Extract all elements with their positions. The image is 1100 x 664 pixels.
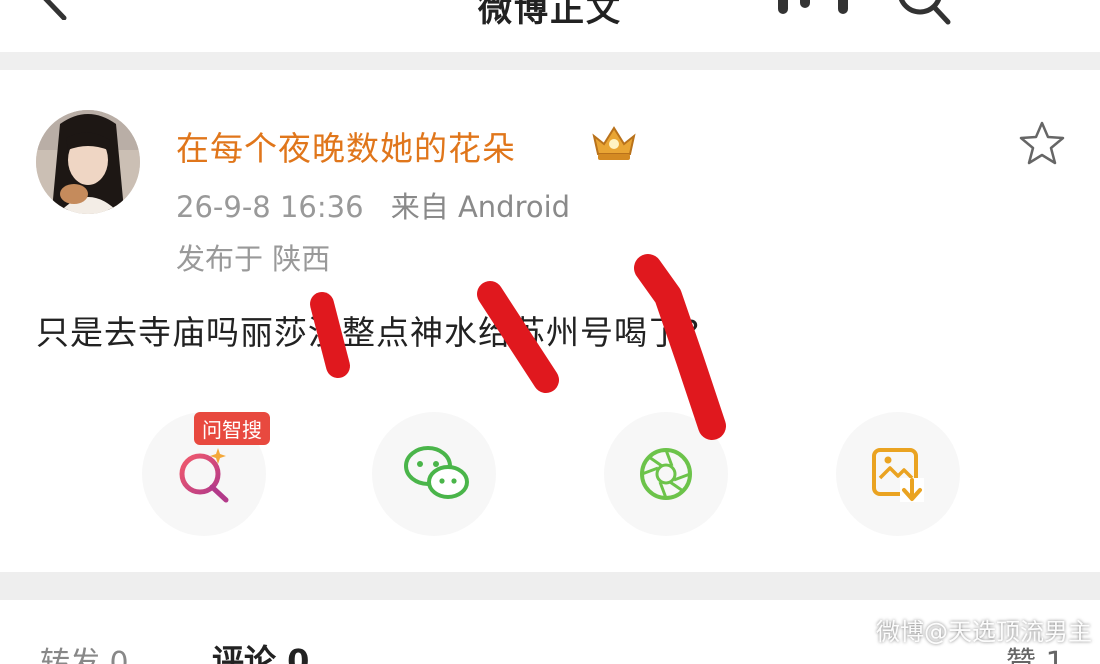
share-wechat-button[interactable] — [372, 412, 496, 536]
ai-search-icon — [179, 448, 229, 503]
post-source: 来自 Android — [390, 190, 571, 224]
post-meta: 26-9-8 16:36 来自 Android — [176, 184, 588, 226]
ai-search-badge: 问智搜 — [194, 412, 270, 445]
share-moments-button[interactable] — [604, 412, 728, 536]
username[interactable]: 在每个夜晚数她的花朵 — [176, 122, 516, 170]
star-icon[interactable] — [1018, 120, 1066, 166]
wechat-icon — [404, 446, 469, 499]
avatar[interactable] — [36, 110, 140, 214]
save-image-icon — [872, 448, 924, 502]
moments-icon — [640, 448, 692, 500]
tab-repost[interactable]: 转发 0 — [40, 638, 129, 664]
post-card: 在每个夜晚数她的花朵 26-9-8 16:36 来自 Android 发布于 陕… — [0, 70, 1100, 572]
search-icon[interactable] — [890, 0, 954, 28]
crown-badge-icon — [592, 126, 636, 160]
watermark: 微博@天选顶流男主 — [876, 618, 1092, 646]
audio-bars-icon[interactable] — [776, 0, 856, 20]
post-timestamp: 26-9-8 16:36 — [176, 190, 364, 224]
top-bar: 微博正文 — [0, 0, 1100, 52]
post-location: 发布于 陕西 — [176, 242, 331, 276]
tab-comment[interactable]: 评论 0 — [212, 636, 309, 664]
post-text: 只是去寺庙吗丽莎没整点神水给苏州号喝了? — [36, 313, 701, 352]
save-image-button[interactable] — [836, 412, 960, 536]
section-divider — [0, 52, 1100, 70]
section-divider — [0, 572, 1100, 600]
